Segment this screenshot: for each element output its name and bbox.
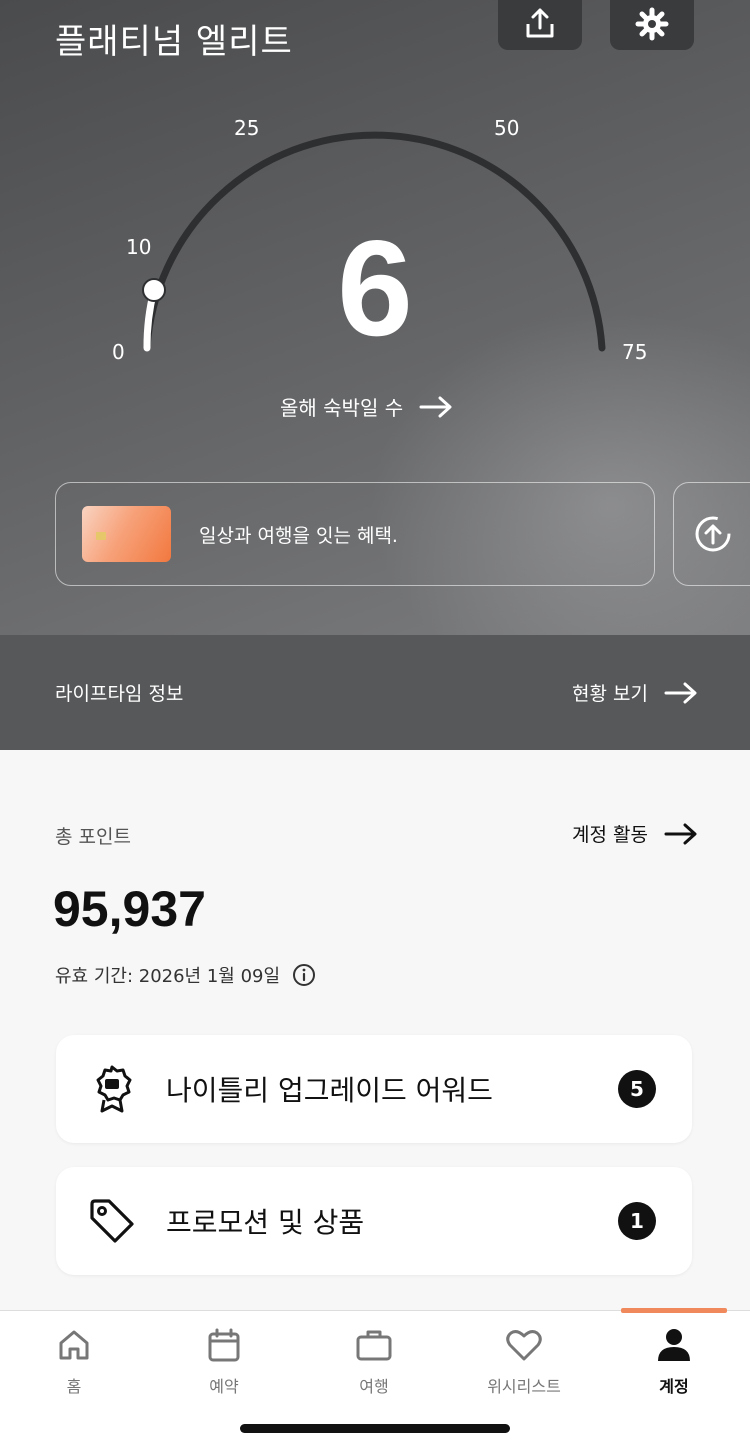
lifetime-label: 라이프타임 정보 — [55, 683, 184, 705]
tab-home-label: 홈 — [66, 1377, 82, 1396]
account-activity-link[interactable]: 계정 활동 — [572, 820, 698, 847]
account-activity-label: 계정 활동 — [572, 824, 648, 846]
info-icon[interactable] — [292, 963, 316, 987]
points-value: 95,937 — [53, 881, 206, 937]
gauge-label-50: 50 — [494, 116, 520, 140]
arrow-right-icon — [419, 396, 452, 417]
points-label: 총 포인트 — [55, 826, 131, 848]
tab-wishlist[interactable]: 위시리스트 — [464, 1327, 584, 1397]
active-tab-indicator — [621, 1308, 727, 1313]
credit-card-image — [82, 506, 171, 562]
card-promo-banner[interactable]: 일상과 여행을 잇는 혜택. — [55, 482, 655, 586]
nights-label: 올해 숙박일 수 — [280, 396, 404, 420]
lifetime-bar: 라이프타임 정보 현황 보기 — [0, 635, 750, 750]
tab-account[interactable]: 계정 — [614, 1327, 734, 1397]
count-badge: 5 — [618, 1070, 656, 1108]
tab-reservations[interactable]: 예약 — [164, 1327, 284, 1397]
heart-icon — [506, 1330, 542, 1361]
tab-trips[interactable]: 여행 — [314, 1327, 434, 1397]
tab-trips-label: 여행 — [359, 1377, 389, 1396]
tab-reservations-label: 예약 — [209, 1377, 239, 1396]
hero-panel: 플래티넘 엘리트 0 10 25 50 75 6 올해 숙박일 수 일상과 여행… — [0, 0, 750, 635]
nightly-upgrade-awards-item[interactable]: 나이틀리 업그레이드 어워드 5 — [56, 1035, 692, 1143]
award-badge-icon — [84, 1064, 140, 1114]
calendar-icon — [208, 1328, 240, 1362]
home-indicator — [240, 1424, 510, 1433]
expiry-text: 유효 기간: 2026년 1월 09일 — [55, 966, 281, 987]
arrow-right-icon — [664, 682, 697, 703]
status-link[interactable]: 현황 보기 — [572, 679, 698, 706]
count-badge: 1 — [618, 1202, 656, 1240]
suitcase-icon — [356, 1330, 392, 1361]
arrow-right-icon — [664, 823, 697, 844]
upgrade-icon — [695, 516, 731, 552]
tab-home[interactable]: 홈 — [14, 1327, 134, 1397]
tag-icon — [84, 1196, 140, 1246]
points-section: 총 포인트 계정 활동 95,937 유효 기간: 2026년 1월 09일 나… — [0, 750, 750, 1310]
points-expiry: 유효 기간: 2026년 1월 09일 — [55, 962, 316, 988]
nightly-upgrade-awards-label: 나이틀리 업그레이드 어워드 — [166, 1074, 493, 1107]
nights-count: 6 — [337, 212, 413, 364]
promotions-item[interactable]: 프로모션 및 상품 1 — [56, 1167, 692, 1275]
tab-wishlist-label: 위시리스트 — [487, 1377, 561, 1396]
next-banner[interactable] — [673, 482, 750, 586]
person-icon — [658, 1329, 690, 1361]
gauge-label-25: 25 — [234, 116, 260, 140]
card-promo-text: 일상과 여행을 잇는 혜택. — [199, 524, 398, 547]
status-link-label: 현황 보기 — [572, 683, 648, 705]
home-icon — [59, 1330, 89, 1360]
tab-account-label: 계정 — [659, 1377, 689, 1396]
nights-link[interactable]: 올해 숙박일 수 — [280, 392, 453, 421]
promotions-label: 프로모션 및 상품 — [166, 1206, 365, 1239]
bottom-tab-bar: 홈 예약 여행 위시리스트 계정 — [0, 1308, 750, 1456]
